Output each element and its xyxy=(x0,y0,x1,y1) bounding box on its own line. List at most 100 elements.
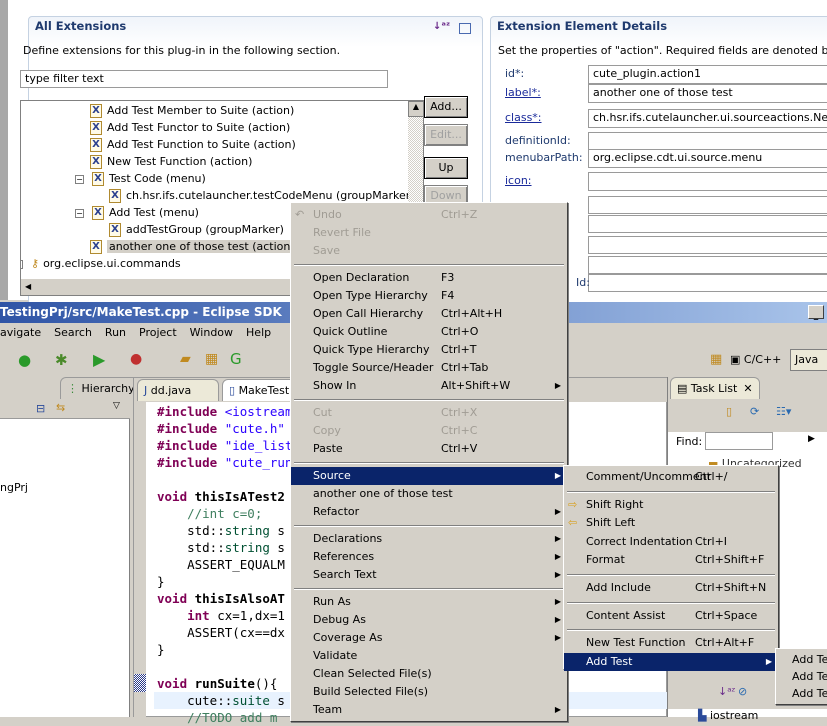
menu-item-new-test-function[interactable]: New Test Function Ctrl+Alt+F xyxy=(564,634,778,652)
tree-item[interactable]: − X Test Code (menu) xyxy=(21,170,401,187)
menu-item-open-type-hierarchy[interactable]: Open Type Hierarchy F4 xyxy=(291,287,567,305)
shift-right-icon: ⇨ xyxy=(568,497,578,511)
open-perspective-icon[interactable]: ▦ xyxy=(710,352,722,367)
outline-item[interactable]: ▙ iostream xyxy=(698,709,758,722)
menu-item-add-te[interactable]: Add Te xyxy=(776,685,827,703)
tab-dd-java[interactable]: J dd.java xyxy=(137,379,219,401)
menu-project[interactable]: Project xyxy=(139,326,177,339)
menu-item-coverage-as[interactable]: Coverage As ▶ xyxy=(291,629,567,647)
new-folder-icon[interactable]: ▰ xyxy=(180,351,191,367)
menu-item-clean-selected-file-s-[interactable]: Clean Selected File(s) xyxy=(291,665,567,683)
minimize-button[interactable]: _ xyxy=(808,305,824,321)
menu-item-open-call-hierarchy[interactable]: Open Call Hierarchy Ctrl+Alt+H xyxy=(291,305,567,323)
menu-item-debug-as[interactable]: Debug As ▶ xyxy=(291,611,567,629)
menu-item-run-as[interactable]: Run As ▶ xyxy=(291,593,567,611)
menu-item-copy[interactable]: Copy Ctrl+C xyxy=(291,422,567,440)
field-label-5[interactable]: icon: xyxy=(505,174,532,187)
menu-item-undo[interactable]: ↶ Undo Ctrl+Z xyxy=(291,206,567,224)
sort-az-icon[interactable]: ↓ᵃᶻ xyxy=(433,21,450,32)
menu-item-revert-file[interactable]: Revert File xyxy=(291,224,567,242)
field-label-2[interactable]: class*: xyxy=(505,111,542,124)
scroll-up-icon[interactable]: ▲ xyxy=(408,101,423,117)
filter-input[interactable]: type filter text xyxy=(20,70,388,88)
menu-item-add-test[interactable]: Add Test ▶ xyxy=(564,652,778,671)
menu-item-team[interactable]: Team ▶ xyxy=(291,701,567,719)
code-token: void xyxy=(157,676,195,691)
expand-toggle-icon[interactable]: − xyxy=(75,174,84,184)
run-cute-icon[interactable]: ● xyxy=(18,351,31,369)
menu-item-toggle-source-header[interactable]: Toggle Source/Header Ctrl+Tab xyxy=(291,359,567,377)
menu-avigate[interactable]: avigate xyxy=(0,326,41,339)
field-input-2[interactable]: ch.hsr.ifs.cutelauncher.ui.sourceactions… xyxy=(588,109,827,128)
menu-item-references[interactable]: References ▶ xyxy=(291,548,567,566)
edit-button[interactable]: Edit... xyxy=(424,124,468,146)
code-token: //TODO add m xyxy=(157,710,278,725)
view-menu-icon[interactable]: ▽ xyxy=(113,401,120,411)
menu-run[interactable]: Run xyxy=(105,326,126,339)
up-button[interactable]: Up xyxy=(424,157,468,179)
tab-task-list[interactable]: ▤ Task List ✕ xyxy=(670,377,760,399)
menu-item-refactor[interactable]: Refactor ▶ xyxy=(291,503,567,521)
menu-item-format[interactable]: Format Ctrl+Shift+F xyxy=(564,551,778,569)
menu-item-open-declaration[interactable]: Open Declaration F3 xyxy=(291,269,567,287)
sync-icon[interactable]: ⟳ xyxy=(750,405,759,418)
menu-item-cut[interactable]: Cut Ctrl+X xyxy=(291,404,567,422)
collapse-icon[interactable]: ⊟ xyxy=(36,402,45,415)
new-class-icon[interactable]: ▦ xyxy=(205,351,218,367)
code-token: } xyxy=(157,574,165,589)
menu-item-label: Format xyxy=(586,553,625,567)
tree-item[interactable]: X Add Test Functor to Suite (action) xyxy=(21,119,401,136)
menu-item-shift-left[interactable]: ⇦ Shift Left xyxy=(564,514,778,532)
menu-item-build-selected-file-s-[interactable]: Build Selected File(s) xyxy=(291,683,567,701)
menu-item-quick-type-hierarchy[interactable]: Quick Type Hierarchy Ctrl+T xyxy=(291,341,567,359)
tab-hierarchy[interactable]: ⋮ Hierarchy xyxy=(60,377,142,399)
field-input-1[interactable]: another one of those test xyxy=(588,84,827,103)
external-tools-icon[interactable]: ● xyxy=(130,351,142,367)
menu-item-quick-outline[interactable]: Quick Outline Ctrl+O xyxy=(291,323,567,341)
field-input-4[interactable]: org.eclipse.cdt.ui.source.menu xyxy=(588,149,827,168)
menu-item-correct-indentation[interactable]: Correct Indentation Ctrl+I xyxy=(564,533,778,551)
find-input[interactable] xyxy=(705,432,773,450)
add-button[interactable]: Add... xyxy=(424,96,468,118)
menu-window[interactable]: Window xyxy=(190,326,233,339)
expand-icon[interactable]: ▶ xyxy=(808,434,815,444)
field-input-0[interactable]: cute_plugin.action1 xyxy=(588,65,827,84)
menu-help[interactable]: Help xyxy=(246,326,271,339)
expand-toggle-icon[interactable]: + xyxy=(21,259,23,269)
tree-item[interactable]: ngPrj xyxy=(0,481,28,494)
menu-item-shift-right[interactable]: ⇨ Shift Right xyxy=(564,496,778,514)
perspective-cpp[interactable]: ▣ C/C++ xyxy=(730,353,781,366)
tree-item[interactable]: X Add Test Function to Suite (action) xyxy=(21,136,401,153)
tree-item[interactable]: X Add Test Member to Suite (action) xyxy=(21,102,401,119)
menu-item-search-text[interactable]: Search Text ▶ xyxy=(291,566,567,584)
new-task-icon[interactable]: ▯ xyxy=(726,405,732,418)
menu-item-add-te[interactable]: Add Te xyxy=(776,668,827,686)
expand-toggle-icon[interactable]: − xyxy=(75,208,84,218)
sort-icon[interactable]: ↓ᵃᶻ xyxy=(718,685,736,698)
field-input-5[interactable] xyxy=(588,172,827,191)
menu-item-add-te[interactable]: Add Te xyxy=(776,651,827,669)
menu-item-another-one-of-those-test[interactable]: another one of those test xyxy=(291,485,567,503)
hide-fields-icon[interactable]: ⊘ xyxy=(738,685,747,698)
menu-search[interactable]: Search xyxy=(54,326,92,339)
perspective-java[interactable]: Java xyxy=(790,349,827,371)
menu-item-comment-uncomment[interactable]: Comment/Uncomment Ctrl+/ xyxy=(564,468,778,486)
categorize-icon[interactable]: ☷▾ xyxy=(776,405,791,418)
debug-icon[interactable]: ✱ xyxy=(55,351,68,369)
collapse-all-icon[interactable] xyxy=(459,23,471,34)
menu-item-paste[interactable]: Paste Ctrl+V xyxy=(291,440,567,458)
code-token: thisIsAlsoAT xyxy=(194,591,285,606)
tree-item[interactable]: X New Test Function (action) xyxy=(21,153,401,170)
menu-item-add-include[interactable]: Add Include Ctrl+Shift+N xyxy=(564,579,778,597)
menu-item-save[interactable]: Save xyxy=(291,242,567,260)
menu-item-declarations[interactable]: Declarations ▶ xyxy=(291,530,567,548)
run-icon[interactable]: ▶ xyxy=(93,350,105,369)
field-label-1[interactable]: label*: xyxy=(505,86,541,99)
menu-item-content-assist[interactable]: Content Assist Ctrl+Space xyxy=(564,607,778,625)
new-c-icon[interactable]: G xyxy=(230,350,242,368)
close-icon[interactable]: ✕ xyxy=(743,382,752,395)
link-editor-icon[interactable]: ⇆ xyxy=(56,401,65,414)
menu-item-show-in[interactable]: Show In Alt+Shift+W ▶ xyxy=(291,377,567,395)
menu-item-validate[interactable]: Validate xyxy=(291,647,567,665)
menu-item-source[interactable]: Source ▶ xyxy=(291,467,567,485)
